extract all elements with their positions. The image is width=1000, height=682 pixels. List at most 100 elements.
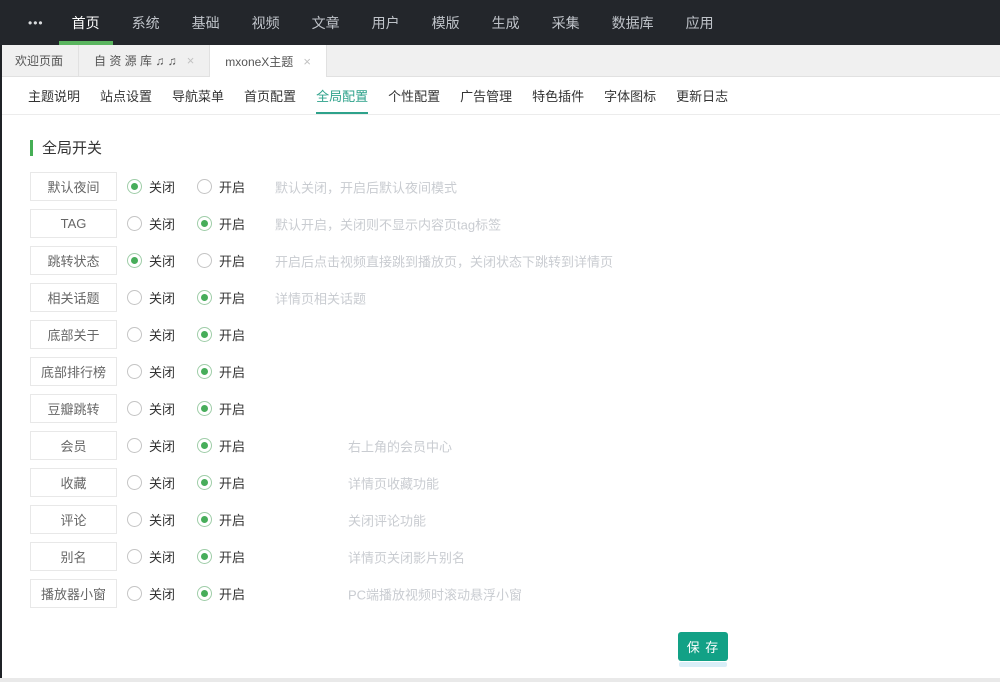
setting-label: 相关话题 (30, 283, 117, 312)
top-nav-item[interactable]: 应用 (673, 0, 727, 45)
top-nav-item[interactable]: 生成 (479, 0, 533, 45)
top-nav-item[interactable]: 数据库 (599, 0, 667, 45)
radio-off[interactable]: 关闭 (127, 436, 197, 455)
radio-on[interactable]: 开启 (197, 399, 267, 418)
radio-circle-icon[interactable] (127, 401, 142, 416)
settings-tab[interactable]: 广告管理 (460, 77, 512, 114)
window-tab[interactable]: 自 资 源 库 ♫ ♫× (79, 45, 210, 76)
radio-on[interactable]: 开启 (197, 547, 267, 566)
radio-label: 开启 (219, 177, 245, 196)
radio-circle-icon[interactable] (127, 364, 142, 379)
setting-row: 会员关闭开启右上角的会员中心 (0, 431, 1000, 460)
radio-circle-icon[interactable] (197, 253, 212, 268)
top-nav-item[interactable]: 文章 (299, 0, 353, 45)
radio-on[interactable]: 开启 (197, 584, 267, 603)
radio-label: 关闭 (149, 436, 175, 455)
radio-label: 关闭 (149, 510, 175, 529)
radio-on[interactable]: 开启 (197, 177, 267, 196)
radio-off[interactable]: 关闭 (127, 547, 197, 566)
settings-tab[interactable]: 导航菜单 (172, 77, 224, 114)
radio-label: 开启 (219, 436, 245, 455)
radio-on[interactable]: 开启 (197, 214, 267, 233)
radio-on[interactable]: 开启 (197, 325, 267, 344)
radio-circle-icon[interactable] (127, 253, 142, 268)
radio-off[interactable]: 关闭 (127, 288, 197, 307)
radio-on[interactable]: 开启 (197, 362, 267, 381)
radio-label: 开启 (219, 584, 245, 603)
radio-on[interactable]: 开启 (197, 251, 267, 270)
radio-off[interactable]: 关闭 (127, 510, 197, 529)
settings-tab[interactable]: 站点设置 (100, 77, 152, 114)
settings-tab[interactable]: 更新日志 (676, 77, 728, 114)
radio-circle-icon[interactable] (127, 586, 142, 601)
radio-circle-icon[interactable] (127, 549, 142, 564)
radio-circle-icon[interactable] (197, 549, 212, 564)
radio-circle-icon[interactable] (127, 327, 142, 342)
radio-off[interactable]: 关闭 (127, 473, 197, 492)
top-nav-item[interactable]: 视频 (239, 0, 293, 45)
top-nav-item[interactable]: 首页 (59, 0, 113, 45)
radio-off[interactable]: 关闭 (127, 362, 197, 381)
radio-label: 开启 (219, 251, 245, 270)
settings-tab[interactable]: 个性配置 (388, 77, 440, 114)
radio-on[interactable]: 开启 (197, 436, 267, 455)
radio-circle-icon[interactable] (197, 586, 212, 601)
setting-description: 开启后点击视频直接跳到播放页，关闭状态下跳转到详情页 (275, 251, 613, 270)
radio-circle-icon[interactable] (197, 179, 212, 194)
settings-tab[interactable]: 字体图标 (604, 77, 656, 114)
radio-circle-icon[interactable] (197, 327, 212, 342)
radio-label: 关闭 (149, 177, 175, 196)
settings-tab[interactable]: 特色插件 (532, 77, 584, 114)
radio-circle-icon[interactable] (197, 290, 212, 305)
radio-on[interactable]: 开启 (197, 288, 267, 307)
top-nav-item[interactable]: 用户 (359, 0, 413, 45)
radio-off[interactable]: 关闭 (127, 177, 197, 196)
radio-on[interactable]: 开启 (197, 510, 267, 529)
radio-off[interactable]: 关闭 (127, 251, 197, 270)
top-nav-items: 首页系统基础视频文章用户模版生成采集数据库应用 (56, 0, 730, 45)
setting-label: 播放器小窗 (30, 579, 117, 608)
radio-circle-icon[interactable] (127, 512, 142, 527)
radio-circle-icon[interactable] (197, 475, 212, 490)
setting-label: 底部关于 (30, 320, 117, 349)
setting-row: 相关话题关闭开启详情页相关话题 (0, 283, 1000, 312)
top-nav-item[interactable]: 模版 (419, 0, 473, 45)
radio-label: 开启 (219, 399, 245, 418)
radio-circle-icon[interactable] (197, 364, 212, 379)
radio-label: 开启 (219, 325, 245, 344)
setting-description: 右上角的会员中心 (348, 436, 452, 455)
settings-tab[interactable]: 全局配置 (316, 77, 368, 114)
radio-circle-icon[interactable] (127, 216, 142, 231)
top-nav-item[interactable]: 系统 (119, 0, 173, 45)
top-nav-item[interactable]: 基础 (179, 0, 233, 45)
more-menu-button[interactable]: ••• (16, 0, 56, 45)
setting-label: 豆瓣跳转 (30, 394, 117, 423)
theme-settings-tabs: 主题说明站点设置导航菜单首页配置全局配置个性配置广告管理特色插件字体图标更新日志 (0, 77, 1000, 115)
radio-off[interactable]: 关闭 (127, 399, 197, 418)
settings-tab[interactable]: 主题说明 (28, 77, 80, 114)
radio-on[interactable]: 开启 (197, 473, 267, 492)
tab-close-icon[interactable]: × (303, 55, 311, 68)
radio-off[interactable]: 关闭 (127, 214, 197, 233)
radio-label: 关闭 (149, 547, 175, 566)
radio-circle-icon[interactable] (127, 290, 142, 305)
setting-description: PC端播放视频时滚动悬浮小窗 (348, 584, 522, 603)
radio-label: 关闭 (149, 584, 175, 603)
window-tab[interactable]: mxoneX主题× (210, 45, 327, 77)
radio-circle-icon[interactable] (197, 216, 212, 231)
radio-label: 关闭 (149, 473, 175, 492)
settings-tab[interactable]: 首页配置 (244, 77, 296, 114)
radio-circle-icon[interactable] (197, 401, 212, 416)
radio-circle-icon[interactable] (197, 512, 212, 527)
bottom-scrollbar-track[interactable] (0, 678, 1000, 682)
radio-off[interactable]: 关闭 (127, 325, 197, 344)
radio-circle-icon[interactable] (127, 179, 142, 194)
radio-circle-icon[interactable] (127, 475, 142, 490)
tab-close-icon[interactable]: × (187, 54, 195, 67)
save-button[interactable]: 保 存 (678, 632, 728, 661)
radio-off[interactable]: 关闭 (127, 584, 197, 603)
radio-circle-icon[interactable] (197, 438, 212, 453)
top-nav-item[interactable]: 采集 (539, 0, 593, 45)
radio-circle-icon[interactable] (127, 438, 142, 453)
window-tab[interactable]: 欢迎页面 (0, 45, 79, 76)
